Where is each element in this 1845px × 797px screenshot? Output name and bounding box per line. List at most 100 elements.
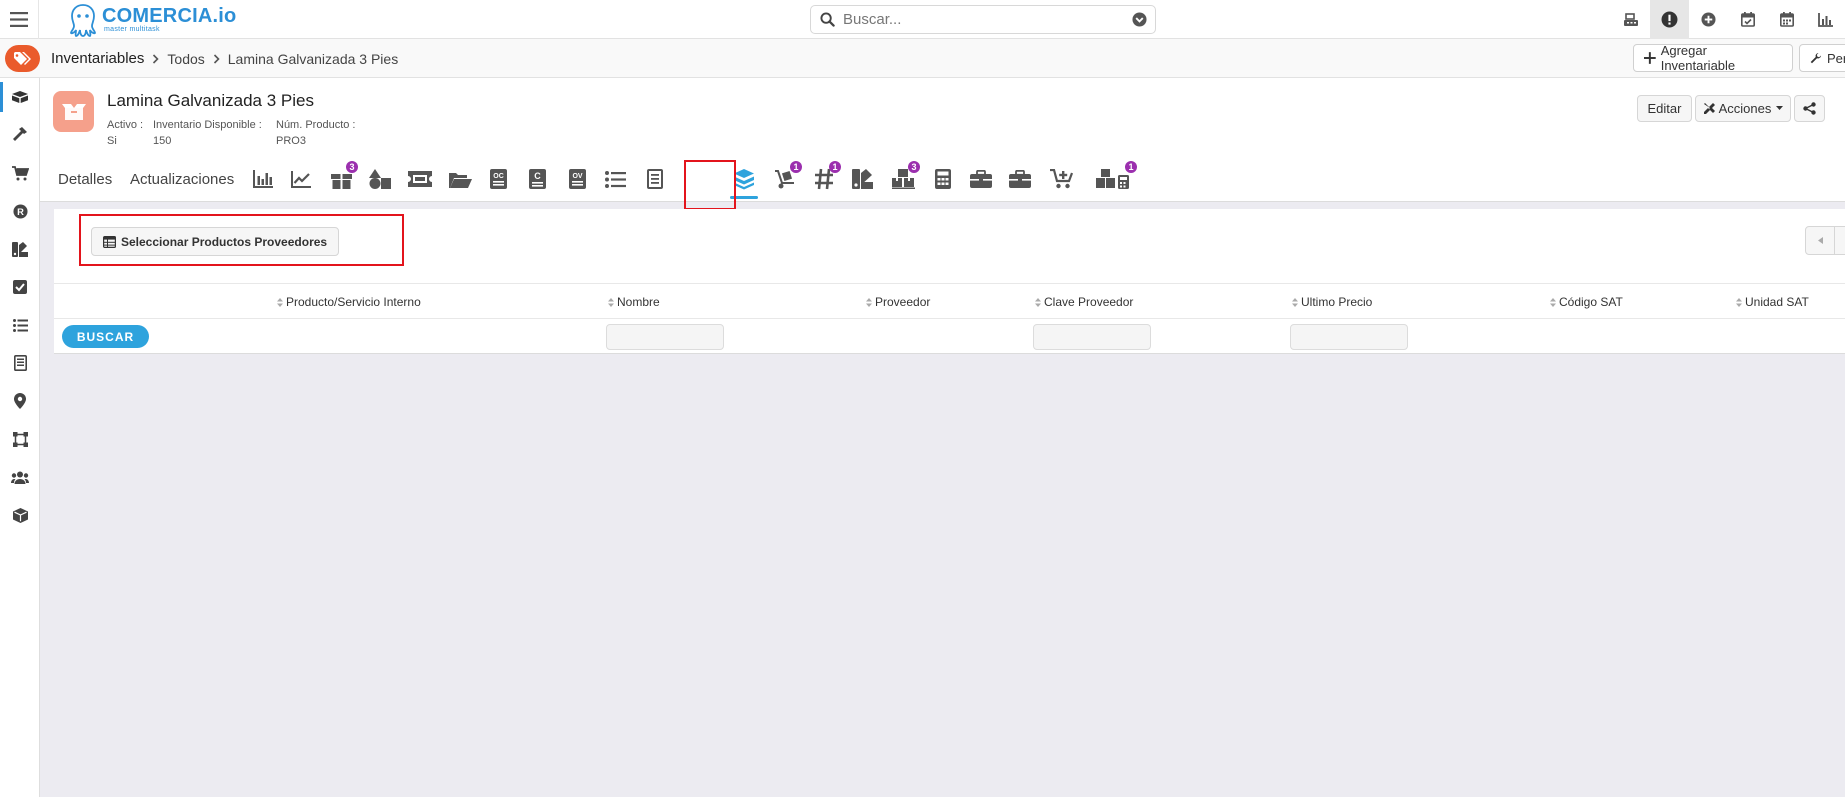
col-codigo-sat[interactable]: Código SAT	[1550, 284, 1623, 320]
tab-purchase-order[interactable]: OC	[480, 158, 516, 200]
tab-serials[interactable]: 1	[806, 158, 842, 200]
app-logo[interactable]: COMERCIA.io master multitask	[68, 2, 236, 37]
sidebar-item-locations[interactable]	[0, 382, 40, 420]
tab-sales-order[interactable]: OV	[559, 158, 595, 200]
tools-icon	[1703, 103, 1715, 114]
col-proveedor[interactable]: Proveedor	[866, 284, 930, 320]
edit-button[interactable]: Editar	[1637, 95, 1692, 122]
select-supplier-products-button[interactable]: Seleccionar Productos Proveedores	[91, 227, 340, 256]
tab-actualizaciones[interactable]: Actualizaciones	[130, 158, 234, 200]
left-sidebar: R	[0, 78, 40, 797]
calendar-check-icon[interactable]	[1728, 0, 1767, 39]
meta-active: Activo : Si	[107, 119, 144, 147]
tab-folder[interactable]	[442, 158, 478, 200]
tab-briefcase[interactable]	[963, 158, 999, 200]
ov-document-icon: OV	[568, 169, 586, 189]
tab-line-chart[interactable]	[283, 158, 319, 200]
sidebar-item-registered[interactable]: R	[0, 192, 40, 230]
breadcrumb-bar: Inventariables Todos Lamina Galvanizada …	[0, 39, 1845, 78]
tab-c-document[interactable]: C	[519, 158, 555, 200]
open-box-icon	[61, 103, 86, 120]
sort-icon	[608, 297, 614, 307]
ultimo-precio-filter-input[interactable]	[1290, 324, 1408, 350]
chevron-down-icon[interactable]	[1132, 12, 1147, 27]
sidebar-item-tasks[interactable]	[0, 268, 40, 306]
sort-icon	[1736, 297, 1742, 307]
sidebar-item-swatches[interactable]	[0, 230, 40, 268]
menu-icon[interactable]	[0, 0, 39, 39]
receipt-icon	[13, 355, 27, 371]
bar-chart-icon[interactable]	[1806, 0, 1845, 39]
col-clave-proveedor[interactable]: Clave Proveedor	[1035, 284, 1133, 320]
product-tabs: Detalles Actualizaciones 3 OC C OV 1 1 3…	[40, 158, 1140, 200]
folder-open-icon	[448, 172, 472, 188]
sidebar-item-products[interactable]	[0, 496, 40, 534]
tab-lots[interactable]: 3	[885, 158, 921, 200]
badge-kits: 1	[1125, 161, 1137, 173]
product-title: Lamina Galvanizada 3 Pies	[107, 91, 314, 110]
supplier-products-panel: Seleccionar Productos Proveedores Produc…	[54, 209, 1845, 354]
sidebar-item-users[interactable]	[0, 458, 40, 496]
tab-list[interactable]	[597, 158, 633, 200]
permissions-button[interactable]: Per	[1799, 44, 1845, 72]
tab-receipt[interactable]	[637, 158, 673, 200]
tab-kits[interactable]: 1	[1091, 158, 1137, 200]
tab-shapes[interactable]	[362, 158, 398, 200]
sidebar-item-inventory[interactable]	[0, 78, 40, 116]
tab-calculator[interactable]	[925, 158, 961, 200]
chevron-right-icon	[152, 53, 160, 64]
sort-icon	[1550, 297, 1556, 307]
sidebar-item-tools[interactable]	[0, 116, 40, 154]
search-input[interactable]	[843, 11, 1132, 28]
svg-text:OV: OV	[572, 173, 582, 180]
tab-boxes[interactable]: 3	[323, 158, 359, 200]
prev-page-button[interactable]	[1805, 226, 1835, 255]
actions-button[interactable]: Acciones	[1695, 95, 1791, 122]
tab-ticket[interactable]	[402, 158, 438, 200]
col-unidad-sat[interactable]: Unidad SAT	[1736, 284, 1809, 320]
col-nombre[interactable]: Nombre	[608, 284, 660, 320]
sidebar-item-invoices[interactable]	[0, 344, 40, 382]
tab-supplier-products[interactable]	[726, 158, 762, 200]
clave-proveedor-filter-input[interactable]	[1033, 324, 1151, 350]
col-ultimo-precio[interactable]: Ultimo Precio	[1292, 284, 1372, 320]
badge-boxes: 3	[346, 161, 358, 173]
alert-icon[interactable]	[1650, 0, 1689, 39]
layers-box-icon	[734, 169, 754, 190]
page-selector[interactable]	[1834, 226, 1845, 255]
line-chart-icon	[291, 170, 311, 188]
sort-icon	[1035, 297, 1041, 307]
meta-product-number: Núm. Producto : PRO3	[276, 119, 356, 147]
search-button[interactable]: BUSCAR	[62, 325, 149, 348]
sidebar-item-shapes[interactable]	[0, 420, 40, 458]
tab-add-to-cart[interactable]	[1043, 158, 1079, 200]
nombre-filter-input[interactable]	[606, 324, 724, 350]
calendar-icon[interactable]	[1767, 0, 1806, 39]
sidebar-item-cart[interactable]	[0, 154, 40, 192]
ticket-icon	[408, 171, 432, 187]
app-tagline: master multitask	[104, 25, 160, 33]
top-bar: COMERCIA.io master multitask	[0, 0, 1845, 39]
list-icon	[604, 170, 626, 188]
receipt-icon	[647, 169, 663, 189]
list-icon	[12, 318, 28, 332]
search-box[interactable]	[810, 5, 1156, 34]
sidebar-item-list[interactable]	[0, 306, 40, 344]
tab-briefcase-medical[interactable]	[1002, 158, 1038, 200]
add-inventariable-button[interactable]: Agregar Inventariable	[1633, 43, 1793, 73]
add-circle-icon[interactable]	[1689, 0, 1728, 39]
registered-icon: R	[12, 203, 28, 219]
swatches-icon	[851, 169, 873, 189]
col-producto-servicio-interno[interactable]: Producto/Servicio Interno	[277, 284, 421, 320]
cash-register-icon[interactable]	[1611, 0, 1650, 39]
briefcase-alt-icon	[1009, 170, 1031, 188]
breadcrumb-todos[interactable]: Todos	[167, 51, 204, 67]
tab-swatches[interactable]	[844, 158, 880, 200]
tab-dolly[interactable]: 1	[767, 158, 803, 200]
breadcrumb-inventariables[interactable]: Inventariables	[51, 50, 144, 67]
calculator-icon	[935, 169, 951, 189]
tags-icon[interactable]	[5, 45, 40, 72]
tab-bar-chart[interactable]	[245, 158, 281, 200]
share-button[interactable]	[1794, 95, 1825, 122]
tab-detalles[interactable]: Detalles	[58, 158, 112, 200]
